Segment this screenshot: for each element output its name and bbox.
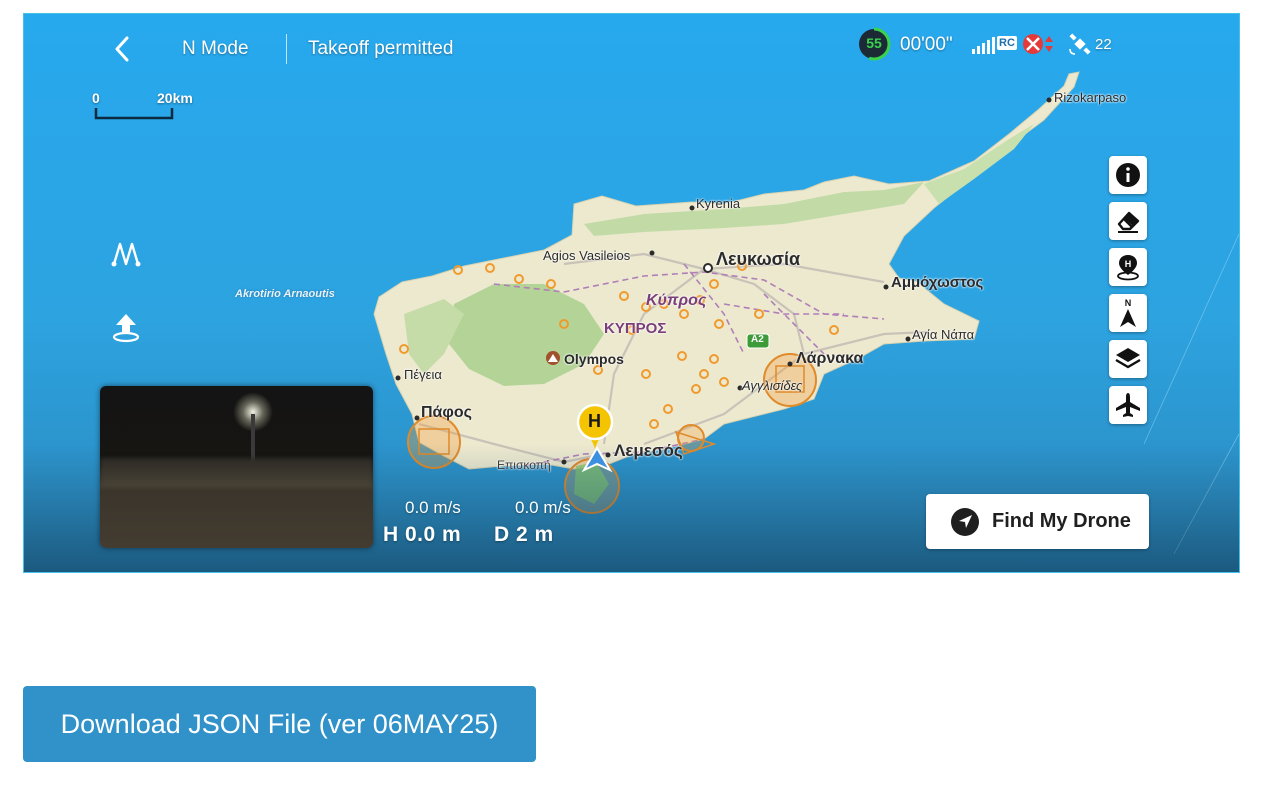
gps-indicator[interactable]: 22 xyxy=(1068,32,1116,56)
label-akrotirio-arnaoutis: Akrotirio Arnaoutis xyxy=(235,288,335,300)
camera-pole xyxy=(251,414,255,464)
compass-button[interactable]: N xyxy=(1109,294,1147,332)
label-lefkosia: Λευκωσία xyxy=(716,249,801,269)
home-point-label: H xyxy=(588,411,601,431)
info-button[interactable] xyxy=(1109,156,1147,194)
label-pegeia: Πέγεια xyxy=(404,367,442,382)
back-button[interactable] xyxy=(110,34,136,64)
scale-zero-label: 0 xyxy=(92,90,100,106)
obstacle-sensor-off-icon xyxy=(1023,34,1053,54)
satellite-icon xyxy=(1069,33,1091,55)
rc-label: RC xyxy=(997,36,1017,50)
map-view[interactable]: H Rizokarpaso Kyrenia Agios Vasileios Λε… xyxy=(24,14,1239,572)
scale-line xyxy=(94,108,174,120)
scale-distance-label: 20km xyxy=(157,90,193,106)
flight-mode-label[interactable]: N Mode xyxy=(182,38,249,60)
distance-readout: D 2 m xyxy=(494,523,554,546)
takeoff-button[interactable] xyxy=(110,310,142,344)
label-agia-napa: Αγία Νάπα xyxy=(912,327,975,342)
label-larnaka: Λάρνακα xyxy=(796,350,864,367)
label-episkopi: Επισκοπή xyxy=(497,458,551,472)
north-arrow-icon xyxy=(1120,309,1136,327)
top-bar-divider xyxy=(286,34,287,64)
label-rizokarpaso: Rizokarpaso xyxy=(1054,90,1127,105)
find-my-drone-label: Find My Drone xyxy=(992,510,1131,532)
route-icon xyxy=(111,242,141,267)
label-pafos: Πάφος xyxy=(421,404,472,421)
layers-icon xyxy=(1115,348,1141,369)
label-kypros-lower: Κύπρος xyxy=(646,292,707,309)
satellite-count: 22 xyxy=(1095,36,1112,53)
home-point-icon: H xyxy=(1117,255,1139,281)
battery-gauge[interactable]: 55 xyxy=(857,27,891,61)
download-json-button[interactable]: Download JSON File (ver 06MAY25) xyxy=(23,686,536,762)
info-icon xyxy=(1116,163,1140,187)
obstacle-warning-indicator[interactable] xyxy=(1022,32,1058,56)
capital-dot xyxy=(703,263,713,273)
height-readout: H 0.0 m xyxy=(383,523,462,546)
eraser-icon xyxy=(1117,211,1140,233)
flight-time: 00'00" xyxy=(900,34,953,55)
flight-route-button[interactable] xyxy=(110,238,142,270)
compass-north-label: N xyxy=(1124,298,1132,308)
label-agios-vasileios: Agios Vasileios xyxy=(543,248,631,263)
label-lemesos: Λεμεσός xyxy=(614,441,683,460)
svg-text:H: H xyxy=(1125,259,1132,269)
signal-bars-icon xyxy=(972,37,995,54)
clear-path-button[interactable] xyxy=(1109,202,1147,240)
camera-preview[interactable] xyxy=(100,386,373,548)
label-kyrenia: Kyrenia xyxy=(696,196,741,211)
takeoff-icon xyxy=(112,314,140,343)
takeoff-status: Takeoff permitted xyxy=(308,38,454,59)
horizontal-speed: 0.0 m/s xyxy=(405,498,461,517)
label-ammochostos: Αμμόχωστος xyxy=(891,274,984,291)
map-layers-button[interactable] xyxy=(1109,340,1147,378)
airplane-icon xyxy=(1116,393,1140,417)
label-kypros-upper: ΚΥΠΡΟΣ xyxy=(604,320,667,337)
label-olympos: Olympos xyxy=(564,351,624,367)
camera-wall xyxy=(100,458,373,488)
vertical-speed: 0.0 m/s xyxy=(515,498,571,517)
home-point-button[interactable]: H xyxy=(1109,248,1147,286)
label-highway: A2 xyxy=(751,334,764,345)
locate-drone-icon xyxy=(951,507,979,536)
rc-signal-indicator[interactable]: RC xyxy=(971,34,1017,56)
label-agglisides: Αγγλισίδες xyxy=(742,378,803,393)
find-my-drone-button[interactable]: Find My Drone xyxy=(926,494,1149,549)
map-scale-bar: 0 20km xyxy=(92,90,214,124)
airport-zones-button[interactable] xyxy=(1109,386,1147,424)
battery-percent: 55 xyxy=(866,35,882,51)
chevron-left-icon xyxy=(115,36,129,62)
